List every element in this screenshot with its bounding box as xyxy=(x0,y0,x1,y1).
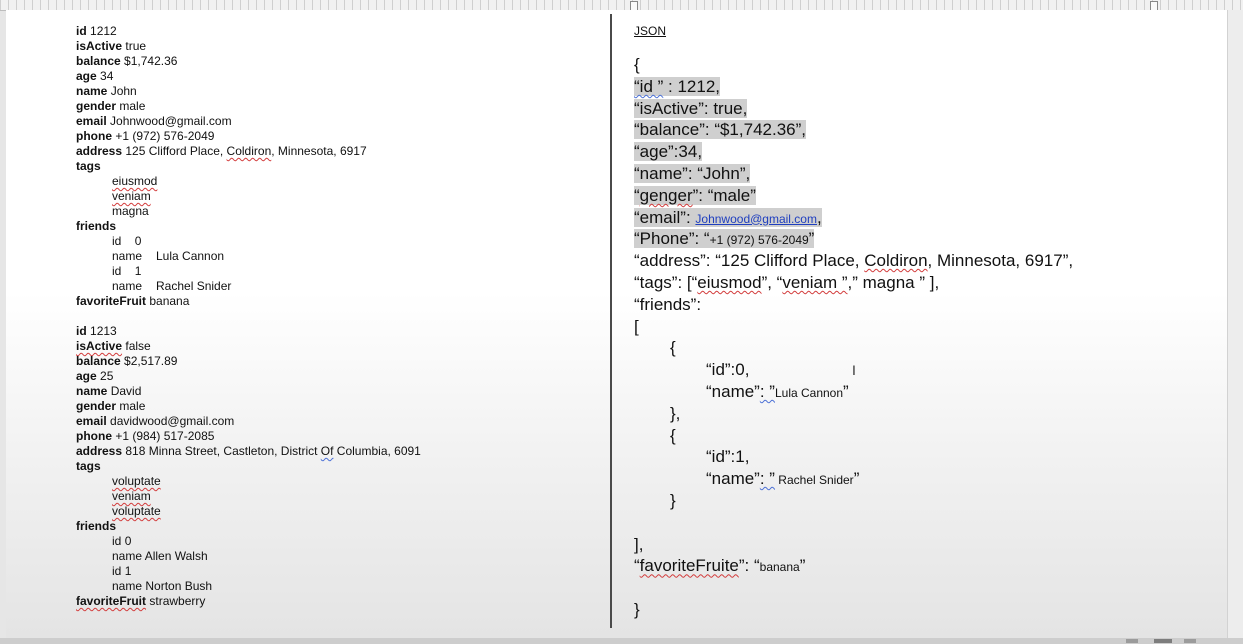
r1-tag: veniam xyxy=(112,189,151,203)
json-line-phone: “Phone”: “+1 (972) 576-2049” xyxy=(634,229,815,249)
r1-friend-id: id 1 xyxy=(112,264,142,278)
json-line-id: “id ” : 1212, xyxy=(634,76,720,96)
r1-phone: phone +1 (972) 576-2049 xyxy=(76,129,215,143)
json-line-balance: “balance”: “$1,742.36”, xyxy=(634,120,806,140)
json-open-brace: { xyxy=(634,55,640,74)
r2-friend-name: name Norton Bush xyxy=(112,579,213,593)
r2-name: name David xyxy=(76,384,142,398)
r1-friend-id: id 0 xyxy=(112,234,142,248)
json-line-friends: “friends”: xyxy=(634,294,702,314)
r2-tag: voluptate xyxy=(112,504,161,518)
r2-favorite-fruit: favoriteFruit strawberry xyxy=(76,594,206,608)
r1-favorite-fruit: favoriteFruit banana xyxy=(76,294,190,308)
r1-email: email Johnwood@gmail.com xyxy=(76,114,232,128)
r2-tags-label: tags xyxy=(76,459,101,473)
r2-tag: veniam xyxy=(112,489,151,503)
r1-id: id 1212 xyxy=(76,24,117,38)
r2-tag: voluptate xyxy=(112,474,161,488)
r1-isactive: isActive true xyxy=(76,39,147,53)
json-close-bracket: ], xyxy=(634,534,644,554)
json-line-isactive: “isActive”: true, xyxy=(634,98,748,118)
r2-id: id 1213 xyxy=(76,324,117,338)
r2-isactive: isActive false xyxy=(76,339,151,353)
json-block: { “id ” : 1212, “isActive”: true, “balan… xyxy=(634,54,1073,621)
json-friend-id: “id”:1, xyxy=(706,447,750,467)
json-open-bracket: [ xyxy=(634,316,639,336)
r2-age: age 25 xyxy=(76,369,114,383)
print-layout-icon[interactable] xyxy=(1154,639,1172,643)
text-cursor-icon: I xyxy=(852,362,856,378)
r1-tag: magna xyxy=(112,204,149,218)
web-layout-icon[interactable] xyxy=(1184,639,1196,643)
r1-friends-label: friends xyxy=(76,219,117,233)
json-line-gender: “genger”: “male” xyxy=(634,185,756,205)
r2-gender: gender male xyxy=(76,399,146,413)
r2-friends-label: friends xyxy=(76,519,117,533)
r2-friend-name: name Allen Walsh xyxy=(112,549,208,563)
column-divider xyxy=(610,14,612,628)
json-line-favorite-fruit: “favoriteFruite”: “banana” xyxy=(634,556,806,576)
json-friend-name: “name”: ”Lula Cannon” xyxy=(706,381,849,401)
r2-friend-id: id 1 xyxy=(112,564,132,578)
vertical-scrollbar[interactable] xyxy=(1227,10,1243,638)
json-line-name: “name”: “John”, xyxy=(634,163,751,183)
r2-friend-id: id 0 xyxy=(112,534,132,548)
json-open-object: { xyxy=(670,338,676,358)
r1-age: age 34 xyxy=(76,69,114,83)
r1-tag: eiusmod xyxy=(112,174,158,188)
json-line-age: “age”:34, xyxy=(634,142,703,162)
json-close-object: } xyxy=(670,490,676,510)
r1-gender: gender male xyxy=(76,99,146,113)
left-column: id 1212 isActive true balance $1,742.36 … xyxy=(76,24,421,609)
json-heading: JSON xyxy=(634,24,667,38)
r2-address: address 818 Minna Street, Castleton, Dis… xyxy=(76,444,421,458)
page-view-icon[interactable] xyxy=(1126,639,1138,643)
r1-tags-label: tags xyxy=(76,159,101,173)
r1-friend-name: name Lula Cannon xyxy=(112,249,225,263)
json-close-object: }, xyxy=(670,403,681,423)
status-bar xyxy=(0,638,1243,644)
r1-address: address 125 Clifford Place, Coldiron, Mi… xyxy=(76,144,367,158)
json-line-address: “address”: “125 Clifford Place, Coldiron… xyxy=(634,251,1074,271)
r1-balance: balance $1,742.36 xyxy=(76,54,178,68)
json-open-object: { xyxy=(670,425,676,445)
r2-phone: phone +1 (984) 517-2085 xyxy=(76,429,215,443)
json-friend-name: “name”: ” Rachel Snider” xyxy=(706,469,860,489)
r1-name: name John xyxy=(76,84,137,98)
email-link[interactable]: Johnwood@gmail.com xyxy=(695,212,817,226)
json-close-brace: } xyxy=(634,599,640,619)
json-line-email: “email”: Johnwood@gmail.com, xyxy=(634,207,822,227)
r2-email: email davidwood@gmail.com xyxy=(76,414,235,428)
json-line-tags: “tags”: [“eiusmod”, “veniam ”,” magna ” … xyxy=(634,272,940,292)
r1-friend-name: name Rachel Snider xyxy=(112,279,232,293)
r2-balance: balance $2,517.89 xyxy=(76,354,178,368)
